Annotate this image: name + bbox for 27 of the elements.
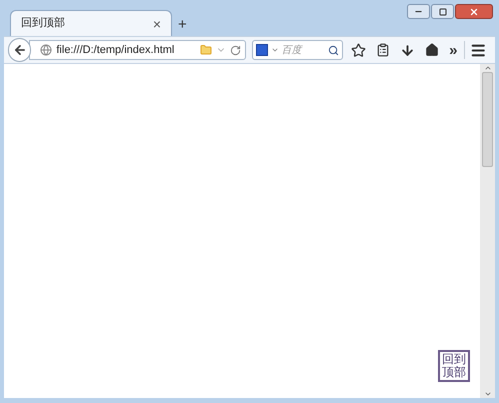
globe-icon xyxy=(40,44,52,56)
search-icon[interactable] xyxy=(328,44,340,56)
more-tools-button[interactable]: » xyxy=(449,42,458,58)
tab[interactable]: 回到顶部 × xyxy=(10,10,172,36)
scroll-up-icon[interactable] xyxy=(484,64,492,72)
tab-title: 回到顶部 xyxy=(21,16,66,32)
close-icon xyxy=(469,6,479,16)
back-to-top-button[interactable]: 回到顶部 xyxy=(438,350,470,382)
dropdown-icon[interactable] xyxy=(270,46,279,54)
back-button[interactable] xyxy=(8,38,32,62)
address-text: file:///D:/temp/index.html xyxy=(56,42,176,58)
new-tab-button[interactable]: + xyxy=(178,17,187,32)
search-engine-icon[interactable] xyxy=(256,44,268,56)
clipboard-icon[interactable] xyxy=(376,43,390,57)
search-placeholder: 百度 xyxy=(282,44,304,58)
reload-icon[interactable] xyxy=(230,44,241,56)
address-bar[interactable]: file:///D:/temp/index.html xyxy=(29,40,246,60)
home-icon[interactable] xyxy=(425,43,440,57)
maximize-icon xyxy=(438,8,446,16)
close-tab-button[interactable]: × xyxy=(152,16,161,30)
menu-icon[interactable] xyxy=(470,42,487,58)
download-icon[interactable] xyxy=(400,42,416,58)
star-icon[interactable] xyxy=(351,42,366,58)
maximize-button[interactable] xyxy=(431,4,454,19)
scrollbar-thumb[interactable] xyxy=(482,72,493,167)
scroll-down-icon[interactable] xyxy=(484,390,492,398)
close-button[interactable] xyxy=(455,4,493,19)
